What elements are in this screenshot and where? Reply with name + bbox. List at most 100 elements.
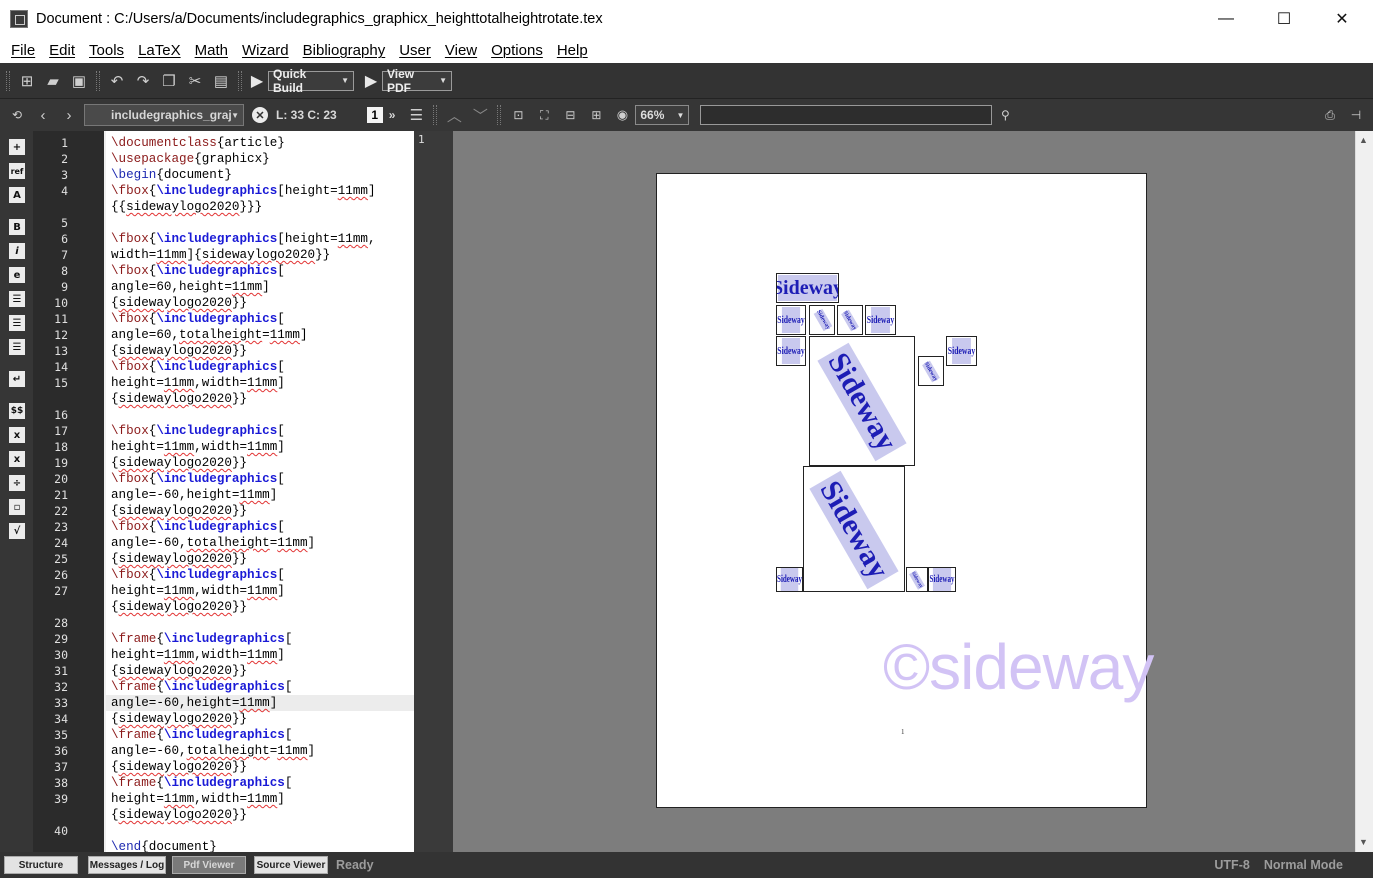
bold-icon[interactable]: B (9, 219, 25, 235)
code-line: {sidewaylogo2020}} (111, 759, 247, 775)
page-number-box[interactable]: 1 (366, 107, 383, 123)
line-number: 19 (54, 456, 68, 470)
code-token: ] (367, 184, 376, 198)
back-icon[interactable]: ‹ (30, 102, 56, 128)
search-icon[interactable]: ⚲ (992, 102, 1018, 128)
editor-mode[interactable]: Normal Mode (1264, 858, 1343, 872)
copy-icon[interactable]: ❐ (156, 68, 182, 94)
spellcheck-token: sidewaylogo2020 (118, 296, 232, 310)
code-token: { (111, 712, 119, 726)
maximize-button[interactable]: ☐ (1255, 0, 1313, 38)
list-icon[interactable]: ☰ (403, 102, 429, 128)
code-token: height= (111, 376, 164, 390)
menu-math[interactable]: Math (188, 42, 235, 59)
dfrac-icon[interactable]: ▫ (9, 499, 25, 515)
spellcheck-token: 11mm (247, 440, 278, 454)
pdf-vertical-scrollbar[interactable]: ▲ ▼ (1355, 131, 1373, 852)
forward-icon[interactable]: › (56, 102, 82, 128)
print-icon[interactable]: ⎙ (1317, 102, 1343, 128)
code-token: ] (307, 536, 316, 550)
align-center-icon[interactable]: ☰ (9, 315, 25, 331)
quick-build-dropdown[interactable]: Quick Build ▼ (268, 67, 354, 95)
encoding-indicator[interactable]: UTF-8 (1214, 858, 1249, 872)
italic-icon[interactable]: i (9, 243, 25, 259)
code-line: angle=-60,totalheight=11mm] (111, 535, 315, 551)
minimize-button[interactable]: — (1197, 0, 1255, 38)
sync-icon[interactable]: ⟲ (4, 102, 30, 128)
file-tab-selector[interactable]: includegraphics_graj ▼ (84, 104, 244, 126)
scroll-down-icon[interactable]: ▼ (1359, 837, 1368, 847)
tab-structure[interactable]: Structure (4, 856, 78, 874)
align-right-icon[interactable]: ☰ (9, 339, 25, 355)
align-left-icon[interactable]: ☰ (9, 291, 25, 307)
pane-splitter[interactable]: 1 (414, 131, 453, 852)
redo-icon[interactable]: ↷ (130, 68, 156, 94)
line-number: 22 (54, 504, 68, 518)
cut-icon[interactable]: ✂ (182, 68, 208, 94)
menu-view[interactable]: View (438, 42, 484, 59)
fit-width-icon[interactable]: ⊡ (505, 102, 531, 128)
more-icon[interactable]: » (389, 108, 396, 122)
code-token: [ (277, 360, 285, 374)
latex-editor[interactable]: \documentclass{article} \usepackage{graph… (104, 131, 414, 852)
code-token: }} (231, 760, 248, 774)
menu-file[interactable]: File (4, 42, 42, 59)
subscript-icon[interactable]: x (9, 427, 25, 443)
line-number: 1 (61, 136, 68, 150)
open-folder-icon[interactable]: ▰ (40, 68, 66, 94)
display-math-icon[interactable]: $$ (9, 403, 25, 419)
close-button[interactable]: ✕ (1313, 0, 1371, 38)
tab-source-viewer[interactable]: Source Viewer (254, 856, 328, 874)
view-play-icon[interactable]: ▶ (360, 71, 382, 91)
zoom-value: 66% (640, 108, 665, 122)
emphasis-icon[interactable]: e (9, 267, 25, 283)
menu-help[interactable]: Help (550, 42, 595, 59)
pdf-viewer[interactable]: Sideway Sideway Sideway Sideway Sideway … (453, 131, 1355, 852)
code-token: [ (284, 632, 293, 646)
code-line: \documentclass{article} (111, 135, 285, 151)
code-line: \fbox{\includegraphics[height=11mm, (111, 231, 376, 247)
line-number: 2 (61, 152, 68, 166)
label-icon[interactable]: A (9, 187, 25, 203)
build-play-icon[interactable]: ▶ (246, 71, 268, 91)
menu-bibliography[interactable]: Bibliography (296, 42, 393, 59)
code-token: \includegraphics (156, 184, 278, 198)
sideway-logo: Sideway (777, 568, 802, 591)
paste-icon[interactable]: ▤ (208, 68, 234, 94)
menu-user[interactable]: User (392, 42, 438, 59)
undo-icon[interactable]: ↶ (104, 68, 130, 94)
tab-messages-log[interactable]: Messages / Log (88, 856, 166, 874)
zoom-out-icon[interactable]: ⊟ (557, 102, 583, 128)
toolbar-separator (238, 70, 242, 91)
prev-page-icon[interactable]: ︿ (441, 102, 467, 128)
close-file-icon[interactable]: ✕ (252, 107, 268, 123)
zoom-dropdown[interactable]: 66% ▼ (635, 105, 690, 125)
pdf-search-input[interactable] (700, 105, 993, 125)
menu-edit[interactable]: Edit (42, 42, 82, 59)
line-number: 14 (54, 360, 68, 374)
code-token: \begin (111, 168, 157, 182)
code-token: ] (277, 376, 285, 390)
zoom-in-icon[interactable]: ⊞ (583, 102, 609, 128)
sqrt-icon[interactable]: √ (9, 523, 25, 539)
eye-icon[interactable]: ◉ (609, 102, 635, 128)
save-icon[interactable]: ▣ (66, 68, 92, 94)
pin-icon[interactable]: ⊣ (1343, 102, 1369, 128)
next-page-icon[interactable]: ﹀ (467, 102, 493, 128)
tab-pdf-viewer[interactable]: Pdf Viewer (172, 856, 246, 874)
menu-latex[interactable]: LaTeX (131, 42, 188, 59)
menu-options[interactable]: Options (484, 42, 550, 59)
code-line: \frame{\includegraphics[ (111, 679, 292, 695)
new-file-icon[interactable]: ⊞ (14, 68, 40, 94)
insert-icon[interactable]: + (9, 139, 25, 155)
superscript-icon[interactable]: x (9, 451, 25, 467)
code-token: }} (315, 248, 331, 262)
menu-wizard[interactable]: Wizard (235, 42, 296, 59)
scroll-up-icon[interactable]: ▲ (1359, 135, 1368, 145)
ref-icon[interactable]: ref (9, 163, 25, 179)
view-pdf-dropdown[interactable]: View PDF ▼ (382, 67, 452, 95)
newline-icon[interactable]: ↵ (9, 371, 25, 387)
fraction-icon[interactable]: ÷ (9, 475, 25, 491)
fit-page-icon[interactable]: ⛶ (531, 102, 557, 128)
menu-tools[interactable]: Tools (82, 42, 131, 59)
